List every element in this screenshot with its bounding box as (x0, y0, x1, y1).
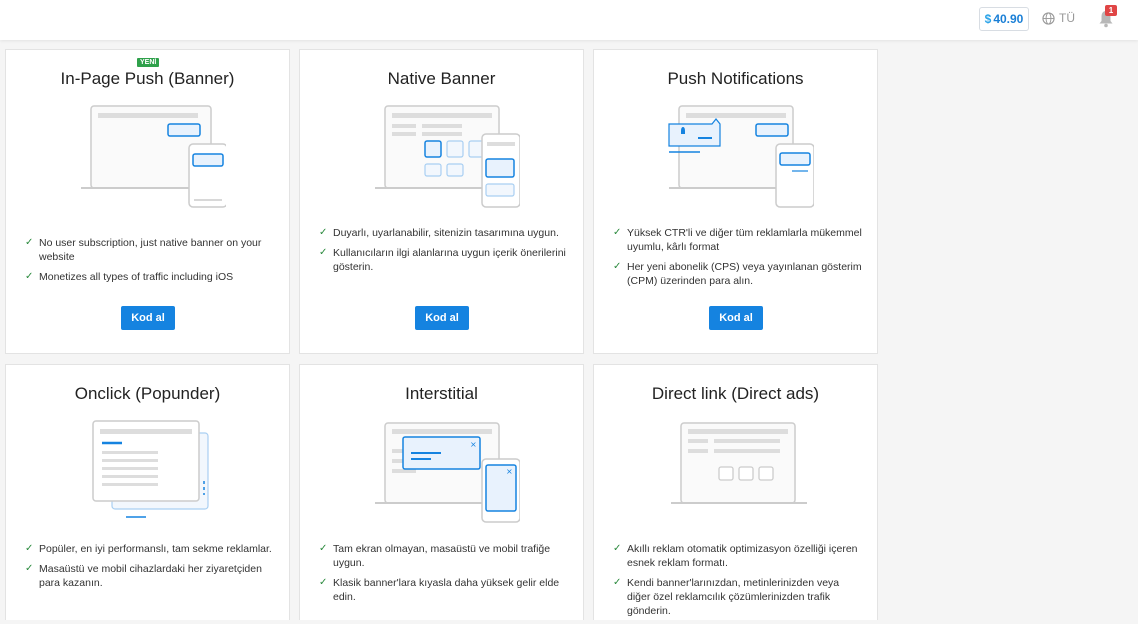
feature-item: ✓ Duyarlı, uyarlanabilir, sitenizin tasar… (319, 226, 569, 240)
push-notifications-illustration (668, 105, 814, 208)
feature-text: Popüler, en iyi performanslı, tam sekme … (39, 543, 272, 555)
check-icon: ✓ (319, 543, 328, 554)
language-selector[interactable]: TÜ (1042, 11, 1075, 25)
card-title: In-Page Push (Banner) (60, 69, 235, 88)
feature-item: ✓ No user subscription, just native banne… (25, 236, 275, 264)
feature-item: ✓ Her yeni abonelik (CPS) veya yayınlanan… (613, 260, 863, 288)
interstitial-illustration: × × (375, 422, 520, 523)
card-in-page-push: YENİ In-Page Push (Banner) ✓ No user subs… (5, 49, 290, 354)
feature-item: ✓ Popüler, en iyi performanslı, tam sekme… (25, 542, 275, 556)
card-interstitial: Interstitial × × ✓ Tam ekran olmayan, mas… (299, 364, 584, 620)
feature-item: ✓ Akıllı reklam otomatik optimizasyon öze… (613, 542, 863, 570)
card-title: Onclick (Popunder) (74, 384, 221, 403)
feature-item: ✓ Masaüstü ve mobil cihazlardaki her ziya… (25, 562, 275, 590)
feature-text: No user subscription, just native banner… (39, 237, 262, 263)
notification-badge: 1 (1105, 5, 1117, 16)
feature-item: ✓ Monetizes all types of traffic includin… (25, 270, 275, 284)
feature-text: Monetizes all types of traffic including… (39, 271, 234, 283)
feature-text: Masaüstü ve mobil cihazlardaki her ziyar… (39, 563, 262, 589)
check-icon: ✓ (613, 577, 622, 588)
card-push-notifications: Push Notifications ✓ Yüksek CTR'li ve diğ… (593, 49, 878, 354)
check-icon: ✓ (319, 227, 328, 238)
card-onclick-popunder: Onclick (Popunder) ✓ Popüler, en iyi perf… (5, 364, 290, 620)
card-title: Push Notifications (667, 69, 804, 88)
feature-text: Klasik banner'lara kıyasla daha yüksek g… (333, 577, 560, 603)
in-page-push-illustration (81, 105, 226, 208)
check-icon: ✓ (613, 543, 622, 554)
card-title: Direct link (Direct ads) (651, 384, 820, 403)
popunder-illustration (92, 420, 209, 518)
language-label: TÜ (1059, 11, 1075, 25)
feature-text: Duyarlı, uyarlanabilir, sitenizin tasarı… (333, 227, 559, 239)
check-icon: ✓ (613, 261, 622, 272)
feature-list: ✓ Tam ekran olmayan, masaüstü ve mobil tr… (319, 542, 569, 610)
balance-display[interactable]: $ 40.90 (979, 7, 1029, 31)
new-badge: YENİ (137, 58, 160, 67)
feature-list: ✓ Akıllı reklam otomatik optimizasyon öze… (613, 542, 863, 624)
top-bar: $ 40.90 TÜ 1 (0, 0, 1138, 40)
svg-text:×: × (470, 440, 477, 449)
check-icon: ✓ (25, 271, 34, 282)
check-icon: ✓ (25, 563, 34, 574)
card-native-banner: Native Banner ✓ Duyarlı, uyarlanabilir, s… (299, 49, 584, 354)
check-icon: ✓ (25, 543, 34, 554)
svg-text:×: × (506, 467, 513, 476)
currency-symbol: $ (984, 12, 992, 26)
feature-item: ✓ Yüksek CTR'li ve diğer tüm reklamlarla … (613, 226, 863, 254)
check-icon: ✓ (319, 577, 328, 588)
feature-list: ✓ Popüler, en iyi performanslı, tam sekme… (25, 542, 275, 596)
feature-list: ✓ No user subscription, just native banne… (25, 236, 275, 290)
feature-list: ✓ Yüksek CTR'li ve diğer tüm reklamlarla … (613, 226, 863, 294)
check-icon: ✓ (613, 227, 622, 238)
feature-text: Her yeni abonelik (CPS) veya yayınlanan … (627, 261, 862, 287)
get-code-button[interactable]: Kod al (415, 306, 469, 330)
get-code-button[interactable]: Kod al (709, 306, 763, 330)
get-code-button[interactable]: Kod al (121, 306, 175, 330)
balance-value: 40.90 (993, 12, 1024, 26)
card-title: Interstitial (405, 384, 478, 403)
feature-text: Akıllı reklam otomatik optimizasyon özel… (627, 543, 858, 569)
feature-text: Yüksek CTR'li ve diğer tüm reklamlarla m… (627, 227, 862, 253)
globe-icon (1042, 11, 1055, 25)
feature-item: ✓ Tam ekran olmayan, masaüstü ve mobil tr… (319, 542, 569, 570)
check-icon: ✓ (319, 247, 328, 258)
feature-text: Tam ekran olmayan, masaüstü ve mobil tra… (333, 543, 551, 569)
card-direct-link: Direct link (Direct ads) ✓ Akıllı reklam … (593, 364, 878, 620)
feature-item: ✓ Kendi banner'larınızdan, metinlerinizde… (613, 576, 863, 618)
native-banner-illustration (375, 105, 520, 208)
feature-text: Kullanıcıların ilgi alanlarına uygun içe… (333, 247, 566, 273)
check-icon: ✓ (25, 237, 34, 248)
card-title: Native Banner (387, 69, 496, 88)
feature-list: ✓ Duyarlı, uyarlanabilir, sitenizin tasar… (319, 226, 569, 280)
feature-item: ✓ Kullanıcıların ilgi alanlarına uygun iç… (319, 246, 569, 274)
feature-text: Kendi banner'larınızdan, metinlerinizden… (627, 577, 840, 617)
feature-item: ✓ Klasik banner'lara kıyasla daha yüksek … (319, 576, 569, 604)
direct-link-illustration (671, 422, 807, 504)
